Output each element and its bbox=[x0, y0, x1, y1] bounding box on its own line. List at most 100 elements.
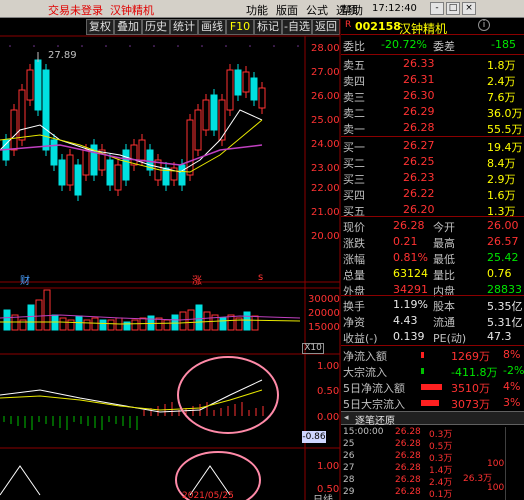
stat2-row: 净资 4.43 流通 5.31亿 bbox=[341, 313, 524, 329]
candle bbox=[58, 159, 66, 186]
r-mark: R bbox=[345, 20, 352, 30]
kline-chart[interactable] bbox=[0, 0, 341, 500]
candle bbox=[122, 149, 130, 181]
volume-bar bbox=[131, 319, 139, 331]
ask-price: 26.33 bbox=[403, 57, 435, 70]
candle bbox=[42, 69, 50, 151]
stat-row: 总量 63124 量比 0.76 bbox=[341, 266, 524, 282]
price-axis-tick: 23.00 bbox=[311, 163, 340, 174]
flow-bar bbox=[421, 384, 442, 390]
vol-axis-tick: 15000 bbox=[308, 322, 340, 333]
tick-row: 25 26.28 0.5万 bbox=[341, 439, 524, 452]
stock-header: R 002158 汉钟精机 i bbox=[341, 19, 524, 36]
candle bbox=[250, 77, 258, 101]
tick-time: 26 bbox=[343, 451, 355, 461]
vol-axis-tick: 30000 bbox=[308, 294, 340, 305]
stat-value: 5.31亿 bbox=[487, 316, 523, 329]
stat-label: 现价 bbox=[343, 221, 365, 234]
ask-price: 26.28 bbox=[403, 121, 435, 134]
volume-bar bbox=[219, 317, 227, 331]
bid-row: 买三 26.23 2.9万 bbox=[341, 170, 524, 186]
menu-item-help[interactable]: 帮助 bbox=[341, 2, 363, 18]
s-marker[interactable]: s bbox=[258, 272, 263, 283]
bid-row: 买四 26.22 1.6万 bbox=[341, 186, 524, 202]
volume-bar bbox=[203, 311, 211, 331]
stat-label: 收益(-) bbox=[343, 332, 378, 345]
close-button[interactable]: × bbox=[462, 2, 476, 15]
volume-bar bbox=[227, 314, 235, 331]
weicha-label: 委差 bbox=[433, 40, 455, 53]
flow-value: -411.8万 bbox=[451, 366, 498, 379]
stat2-row: 收益(-) 0.139 PE(动) 47.3 bbox=[341, 329, 524, 345]
volume-bar bbox=[195, 304, 203, 331]
tick-header[interactable]: ◂ 逐笔还原 bbox=[341, 411, 524, 427]
ask-row: 卖三 26.30 7.6万 bbox=[341, 88, 524, 104]
candle bbox=[226, 69, 234, 111]
date-label: 2021/05/25 bbox=[182, 491, 234, 500]
stat-label: 涨幅 bbox=[343, 253, 365, 266]
finance-marker[interactable]: 财 bbox=[20, 272, 30, 287]
flow-pct: 4% bbox=[503, 380, 521, 393]
ind-axis-tick: 1.00 bbox=[317, 361, 340, 372]
ask-volume: 55.5万 bbox=[487, 123, 523, 136]
volume-bar bbox=[123, 321, 131, 331]
tick-time: 29 bbox=[343, 487, 355, 497]
signal-line bbox=[0, 465, 41, 496]
ask-row: 卖四 26.31 2.4万 bbox=[341, 72, 524, 88]
tick-time: 15:00:00 bbox=[343, 427, 384, 437]
candle bbox=[202, 99, 210, 131]
collapse-icon[interactable]: ◂ bbox=[344, 413, 349, 423]
candle bbox=[106, 159, 114, 186]
rise-marker[interactable]: 涨 bbox=[192, 272, 202, 287]
flow-label: 大宗流入 bbox=[343, 366, 387, 379]
volume-bar bbox=[3, 309, 11, 331]
ask-volume: 36.0万 bbox=[487, 107, 523, 120]
volume-bar bbox=[251, 315, 259, 331]
stat-value: 4.43 bbox=[393, 314, 418, 327]
stat-label: 涨跌 bbox=[343, 237, 365, 250]
stat-label: 股本 bbox=[433, 300, 455, 313]
bid-volume: 19.4万 bbox=[487, 141, 523, 154]
flow-row: 大宗流入 -411.8万 -2% bbox=[341, 363, 524, 379]
stat-label: 换手 bbox=[343, 300, 365, 313]
stat-value: 47.3 bbox=[487, 330, 512, 343]
candle bbox=[66, 154, 74, 186]
flow-label: 5日大宗流入 bbox=[343, 398, 405, 411]
bid-row: 买二 26.25 8.4万 bbox=[341, 154, 524, 170]
tick-header-label: 逐笔还原 bbox=[355, 416, 395, 427]
ask-row: 卖二 26.29 36.0万 bbox=[341, 104, 524, 120]
tick-price: 26.28 bbox=[395, 427, 421, 437]
volume-bar bbox=[171, 314, 179, 331]
candle bbox=[34, 59, 42, 111]
stat-value: 25.42 bbox=[487, 251, 519, 264]
tick-extra-bot: 100 bbox=[487, 483, 505, 493]
flow-value: 1269万 bbox=[451, 350, 490, 363]
tick-time: 28 bbox=[343, 475, 355, 485]
tick-price: 26.28 bbox=[395, 487, 421, 497]
stat-value: 26.28 bbox=[393, 219, 425, 232]
tick-time: 25 bbox=[343, 439, 355, 449]
info-icon[interactable]: i bbox=[478, 19, 490, 31]
stat-label: PE(动) bbox=[433, 332, 467, 345]
bid-label: 买二 bbox=[343, 157, 365, 170]
stat-row: 现价 26.28 今开 26.00 bbox=[341, 218, 524, 234]
flow-pct: -2% bbox=[503, 364, 524, 377]
flow-bar bbox=[421, 368, 424, 374]
stat-value: 26.57 bbox=[487, 235, 519, 248]
price-axis-tick: 22.00 bbox=[311, 183, 340, 194]
ask-label: 卖二 bbox=[343, 107, 365, 120]
maximize-button[interactable]: □ bbox=[446, 2, 460, 15]
stat-value: 0.81% bbox=[393, 251, 428, 264]
stat-label: 流通 bbox=[433, 316, 455, 329]
weicha-value: -185 bbox=[491, 38, 516, 51]
minimize-button[interactable]: - bbox=[430, 2, 444, 15]
bid-price: 26.23 bbox=[403, 171, 435, 184]
stat-label: 净资 bbox=[343, 316, 365, 329]
clock: 17:12:40 bbox=[372, 3, 417, 14]
bid-price: 26.25 bbox=[403, 155, 435, 168]
volume-bar bbox=[91, 317, 99, 331]
stat-value: 26.00 bbox=[487, 219, 519, 232]
flow-label: 净流入额 bbox=[343, 350, 387, 363]
stat-value: 1.19% bbox=[393, 298, 428, 311]
stat-value: 0.76 bbox=[487, 267, 512, 280]
